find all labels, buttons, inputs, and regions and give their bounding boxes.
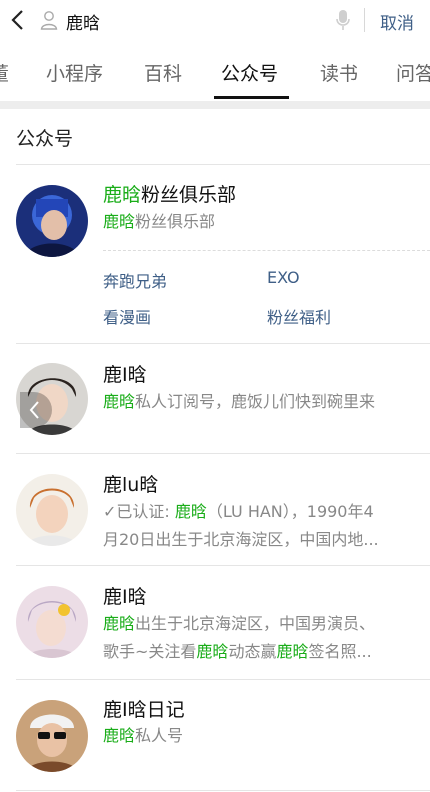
account-description: ✓已认证: 鹿晗（LU HAN），1990年4 月20日出生于北京海淀区，中国内… [103,502,379,549]
divider [16,790,430,791]
tab-official-accounts[interactable]: 公众号 [221,59,278,86]
back-arrow-icon[interactable] [8,8,30,32]
tab-partial[interactable]: 董 [0,59,9,86]
divider [364,8,365,32]
dashed-divider [103,250,430,251]
search-input[interactable]: 鹿晗 [66,9,100,34]
cancel-button[interactable]: 取消 [380,9,414,34]
account-description: 鹿晗出生于北京海淀区，中国男演员、 歌手~关注看鹿晗动态赢鹿晗签名照... [103,614,376,661]
avatar[interactable] [16,474,88,546]
account-name[interactable]: 鹿I晗 [103,582,147,609]
divider [16,343,430,344]
category-tabs: 董 小程序 百科 公众号 读书 问答 [0,44,430,100]
account-name[interactable]: 鹿I晗日记 [103,695,185,722]
tab-qa[interactable]: 问答 [396,59,430,86]
tab-encyclopedia[interactable]: 百科 [144,59,182,86]
account-description: 鹿晗私人订阅号，鹿饭儿们快到碗里来 [103,392,376,411]
account-name[interactable]: 鹿I晗 [103,360,147,387]
account-description: 鹿晗粉丝俱乐部 [103,212,216,231]
account-description: 鹿晗私人号 [103,726,184,745]
divider [16,164,430,165]
account-name[interactable]: 鹿晗粉丝俱乐部 [103,180,236,207]
tab-mini-program[interactable]: 小程序 [46,59,103,86]
menu-link[interactable]: 粉丝福利 [267,304,331,328]
section-gap [0,101,430,109]
divider [16,679,430,680]
tab-reading[interactable]: 读书 [320,59,358,86]
account-name[interactable]: 鹿lu晗 [103,470,158,497]
menu-link[interactable]: EXO [267,268,300,287]
search-bar: 鹿晗 取消 [0,0,430,40]
divider [16,565,430,566]
menu-link[interactable]: 看漫画 [103,304,151,328]
person-icon [40,11,58,30]
avatar[interactable] [16,586,88,658]
divider [16,453,430,454]
avatar[interactable] [16,700,88,772]
previous-arrow-icon[interactable] [20,392,52,428]
menu-link[interactable]: 奔跑兄弟 [103,268,167,292]
section-title: 公众号 [16,128,74,150]
active-tab-indicator [214,96,289,99]
avatar[interactable] [16,185,88,257]
microphone-icon[interactable] [334,8,352,32]
